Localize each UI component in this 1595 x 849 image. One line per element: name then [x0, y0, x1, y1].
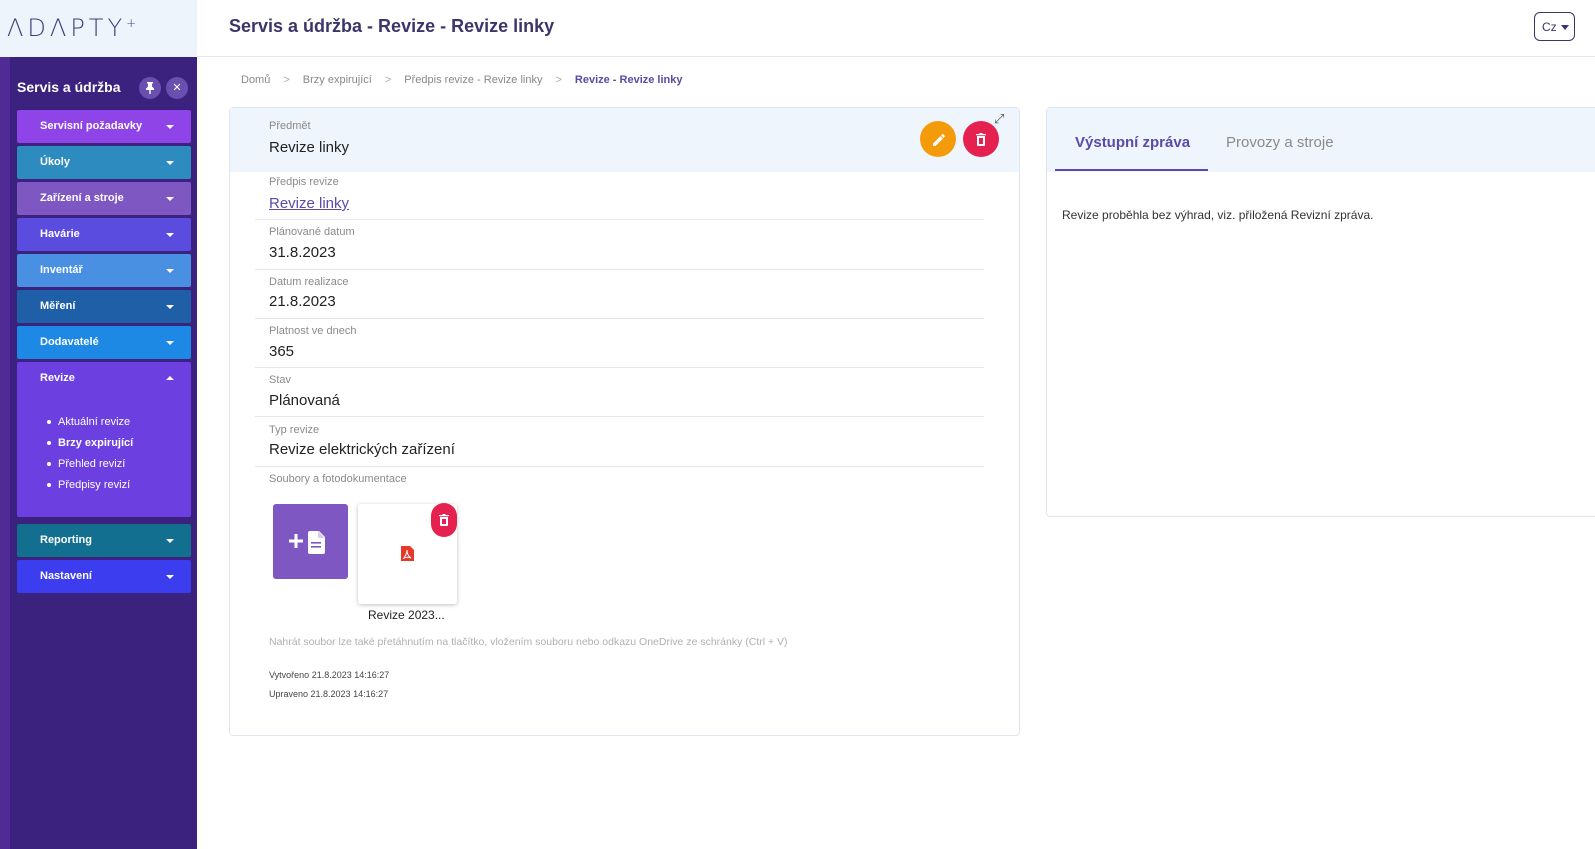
- upload-hint: Nahrát soubor lze také přetáhnutím na tl…: [269, 636, 788, 648]
- trash-icon: [439, 514, 449, 526]
- field-label: Stav: [269, 374, 292, 386]
- field-label: Platnost ve dnech: [269, 325, 357, 337]
- revize-submenu: Aktuální revize Brzy expirující Přehled …: [47, 416, 133, 500]
- field-label: Typ revize: [269, 424, 320, 436]
- sidebar-item-havarie[interactable]: Havárie: [17, 218, 191, 251]
- subject-value: Revize linky: [269, 139, 350, 156]
- chevron-down-icon: [166, 575, 174, 579]
- chevron-down-icon: [1561, 25, 1569, 30]
- sidebar-item-label: Reporting: [40, 534, 92, 546]
- submenu-item-brzy-expirujici[interactable]: Brzy expirující: [47, 437, 133, 458]
- language-label: Cz: [1542, 20, 1557, 34]
- divider: [255, 318, 984, 319]
- output-panel: Výstupní zpráva Provozy a stroje Revize …: [1046, 107, 1595, 517]
- sidebar-item-nastaveni[interactable]: Nastavení: [17, 560, 191, 593]
- sidebar-item-revize[interactable]: Revize Aktuální revize Brzy expirující P…: [17, 362, 191, 517]
- sidebar-item-mereni[interactable]: Měření: [17, 290, 191, 323]
- detail-card: Předmět Revize linky ⤢ Předpis revize Re…: [229, 107, 1020, 736]
- breadcrumb-home[interactable]: Domů: [241, 74, 270, 86]
- document-icon: [308, 531, 325, 554]
- plus-icon: [289, 534, 303, 548]
- sidebar: Servis a údržba ✕ Servisní požadavky Úko…: [0, 57, 197, 849]
- breadcrumb-item[interactable]: Předpis revize - Revize linky: [404, 74, 542, 86]
- sidebar-item-label: Havárie: [40, 228, 80, 240]
- logo-text: ΛDΛPTY+: [7, 14, 141, 42]
- subject-label: Předmět: [269, 120, 311, 132]
- sidebar-item-servisni-pozadavky[interactable]: Servisní požadavky: [17, 110, 191, 143]
- expand-icon[interactable]: ⤢: [994, 111, 1004, 127]
- chevron-up-icon: [166, 376, 174, 380]
- chevron-down-icon: [166, 233, 174, 237]
- breadcrumb-current: Revize - Revize linky: [574, 74, 683, 86]
- sidebar-item-label: Servisní požadavky: [40, 120, 143, 132]
- chevron-down-icon: [166, 269, 174, 273]
- breadcrumb: Domů > Brzy expirující > Předpis revize - Re…: [241, 74, 683, 86]
- breadcrumb-item[interactable]: Brzy expirující: [303, 74, 372, 86]
- sidebar-heading: Servis a údržba: [17, 79, 121, 95]
- divider: [255, 269, 984, 270]
- sidebar-item-dodavatele[interactable]: Dodavatelé: [17, 326, 191, 359]
- field-label: Plánované datum: [269, 226, 355, 238]
- submenu-item-aktualni[interactable]: Aktuální revize: [47, 416, 133, 437]
- field-value: 21.8.2023: [269, 293, 336, 310]
- chevron-down-icon: [166, 161, 174, 165]
- sidebar-item-reporting[interactable]: Reporting: [17, 524, 191, 557]
- field-label: Datum realizace: [269, 276, 349, 288]
- logo[interactable]: ΛDΛPTY+: [0, 0, 197, 57]
- field-value: 31.8.2023: [269, 244, 336, 261]
- chevron-down-icon: [166, 125, 174, 129]
- divider: [255, 416, 984, 417]
- panel-tabs: Výstupní zpráva Provozy a stroje: [1047, 108, 1595, 172]
- sidebar-item-label: Inventář: [40, 264, 83, 276]
- close-icon[interactable]: ✕: [166, 77, 188, 99]
- submenu-item-predpisy[interactable]: Předpisy revizí: [47, 479, 133, 500]
- sidebar-item-label: Revize: [40, 372, 75, 384]
- sidebar-item-label: Úkoly: [40, 156, 70, 168]
- header: Servis a údržba - Revize - Revize linky …: [197, 0, 1595, 57]
- tab-vystupni-zprava[interactable]: Výstupní zpráva: [1075, 134, 1190, 151]
- files-label: Soubory a fotodokumentace: [269, 473, 407, 485]
- sidebar-item-label: Zařízení a stroje: [40, 192, 124, 204]
- field-label: Předpis revize: [269, 176, 339, 188]
- pin-icon[interactable]: [139, 77, 161, 99]
- tab-provozy-a-stroje[interactable]: Provozy a stroje: [1226, 134, 1334, 151]
- created-timestamp: Vytvořeno 21.8.2023 14:16:27: [269, 670, 390, 680]
- language-select[interactable]: Cz: [1534, 12, 1575, 41]
- divider: [255, 219, 984, 220]
- submenu-item-prehled[interactable]: Přehled revizí: [47, 458, 133, 479]
- updated-timestamp: Upraveno 21.8.2023 14:16:27: [269, 689, 389, 699]
- chevron-down-icon: [166, 341, 174, 345]
- field-value: 365: [269, 343, 295, 360]
- divider: [255, 466, 984, 467]
- sidebar-item-ukoly[interactable]: Úkoly: [17, 146, 191, 179]
- upload-file-button[interactable]: [273, 504, 348, 579]
- field-link-predpis[interactable]: Revize linky: [269, 195, 349, 212]
- chevron-down-icon: [166, 197, 174, 201]
- pencil-icon: [933, 134, 945, 146]
- edit-button[interactable]: [920, 121, 956, 157]
- sidebar-item-zarizeni[interactable]: Zařízení a stroje: [17, 182, 191, 215]
- active-tab-indicator: [1055, 169, 1208, 171]
- field-value: Plánovaná: [269, 392, 340, 409]
- report-text: Revize proběhla bez výhrad, viz. přilože…: [1062, 208, 1374, 222]
- sidebar-item-label: Měření: [40, 300, 76, 312]
- delete-file-button[interactable]: [431, 503, 457, 537]
- sidebar-item-label: Dodavatelé: [40, 336, 99, 348]
- field-value: Revize elektrických zařízení: [269, 441, 455, 458]
- chevron-down-icon: [166, 305, 174, 309]
- sidebar-item-inventar[interactable]: Inventář: [17, 254, 191, 287]
- page-title: Servis a údržba - Revize - Revize linky: [229, 16, 555, 36]
- chevron-down-icon: [166, 539, 174, 543]
- file-name: Revize 2023...: [368, 608, 445, 622]
- sidebar-item-label: Nastavení: [40, 570, 92, 582]
- divider: [255, 367, 984, 368]
